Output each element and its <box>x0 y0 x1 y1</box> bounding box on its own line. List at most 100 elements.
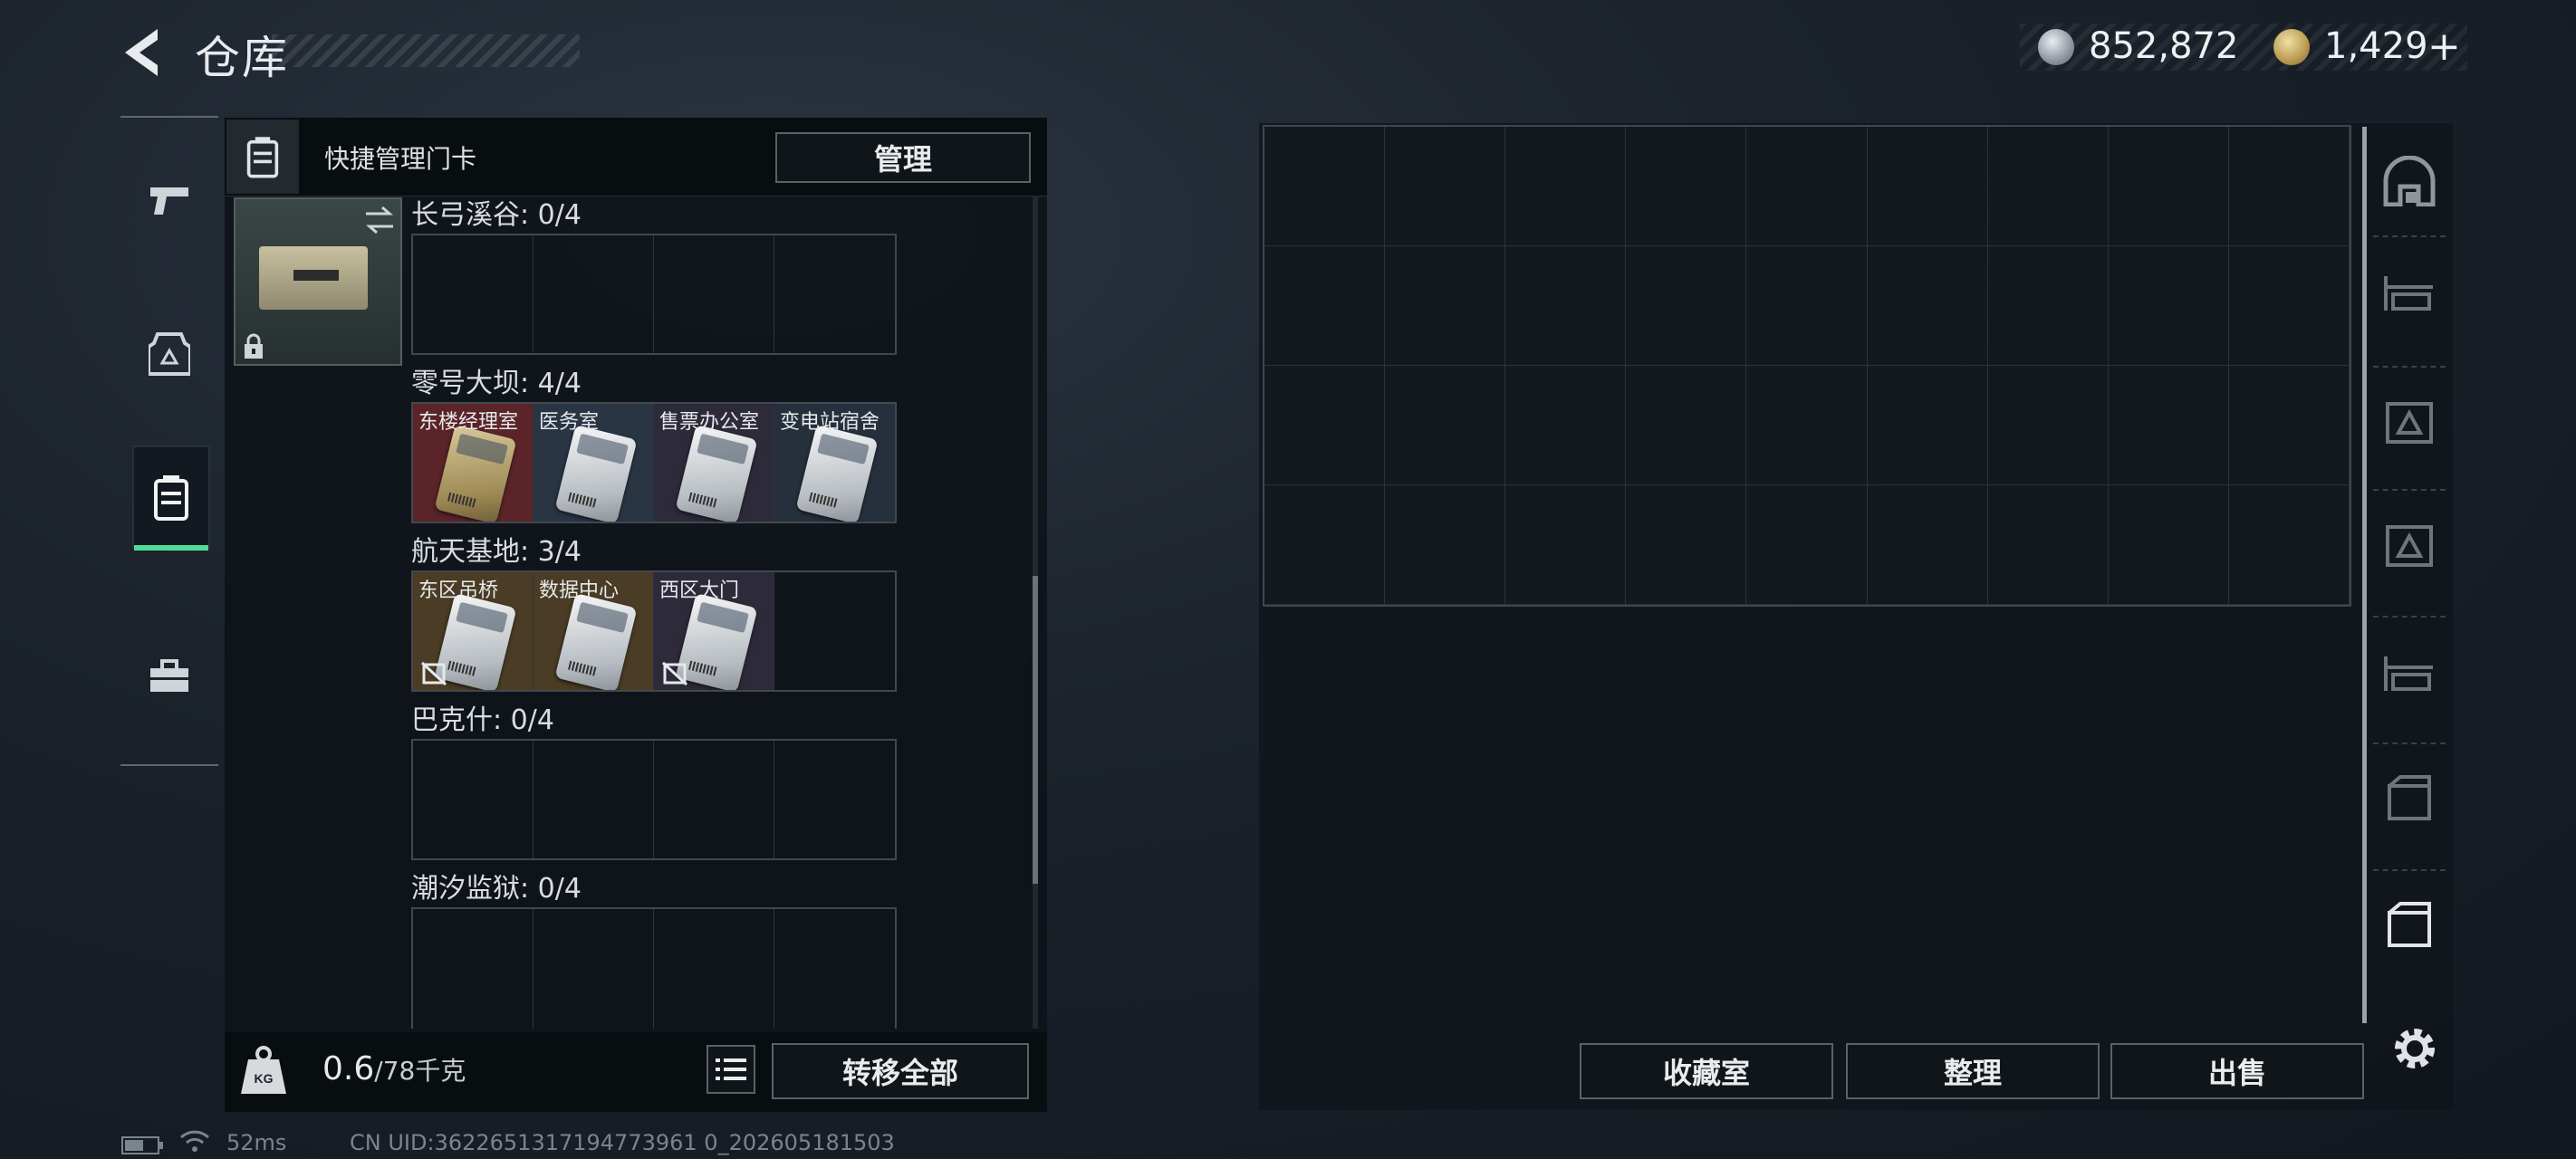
back-arrow-icon[interactable] <box>118 25 165 80</box>
organize-button[interactable]: 整理 <box>1846 1043 2100 1099</box>
stash-cell[interactable] <box>1867 485 1988 605</box>
stash-cell[interactable] <box>1987 127 2109 246</box>
currency-bar: 852,872 1,429 + <box>2020 24 2467 71</box>
stash-cell[interactable] <box>1867 246 1988 366</box>
stash-cell[interactable] <box>2108 366 2229 485</box>
manage-button[interactable]: 管理 <box>775 132 1031 183</box>
stash-cell[interactable] <box>1385 485 1506 605</box>
stash-tab-6[interactable] <box>2373 869 2446 980</box>
nav-item-weapons[interactable] <box>132 150 207 250</box>
transfer-all-button[interactable]: 转移全部 <box>772 1043 1029 1099</box>
keycard-slot[interactable] <box>413 741 533 858</box>
keycard-label: 西区大门 <box>659 580 740 602</box>
stash-tab-overview[interactable] <box>2373 127 2446 235</box>
keycard-grid <box>411 739 897 860</box>
keycard-slot[interactable] <box>533 741 654 858</box>
lock-icon <box>245 333 263 359</box>
keycard-grid <box>411 234 897 355</box>
list-view-button[interactable] <box>706 1045 755 1094</box>
stash-cell[interactable] <box>2228 127 2350 246</box>
stash-cell[interactable] <box>1867 127 1988 246</box>
stash-cell[interactable] <box>1987 246 2109 366</box>
nav-item-keycards[interactable] <box>132 445 210 551</box>
stash-cell[interactable] <box>1264 366 1386 485</box>
stash-tab-3[interactable] <box>2373 489 2446 599</box>
keycard-slot[interactable]: 西区大门 <box>654 572 774 690</box>
section-label: 巴克什: 0/4 <box>411 704 554 736</box>
stash-cell[interactable] <box>1264 485 1386 605</box>
keycard-panel-title: 快捷管理门卡 <box>324 144 477 174</box>
keycard-slot[interactable]: 变电站宿舍 <box>774 404 895 522</box>
stash-cell[interactable] <box>1385 127 1506 246</box>
keycard-slot[interactable]: 东楼经理室 <box>413 404 533 522</box>
stash-tab-5[interactable] <box>2373 742 2446 853</box>
stash-cell[interactable] <box>1987 485 2109 605</box>
stash-cell[interactable] <box>1987 366 2109 485</box>
stash-cell[interactable] <box>1264 127 1386 246</box>
keycard-slot[interactable] <box>654 741 774 858</box>
stash-cell[interactable] <box>1264 246 1386 366</box>
stash-cell[interactable] <box>1867 366 1988 485</box>
scrollbar-thumb[interactable] <box>1033 576 1038 884</box>
silver-coin-icon <box>2038 29 2074 65</box>
keycard-slot[interactable] <box>413 235 533 353</box>
stash-cell[interactable] <box>1626 485 1747 605</box>
wifi-icon <box>179 1130 210 1152</box>
section-label: 潮汐监狱: 0/4 <box>411 873 582 905</box>
stash-cell[interactable] <box>1746 485 1868 605</box>
sell-button[interactable]: 出售 <box>2110 1043 2364 1099</box>
keycard-slot[interactable] <box>774 741 895 858</box>
stash-scrollbar[interactable] <box>2362 127 2367 1023</box>
keycard-slot[interactable] <box>533 235 654 353</box>
keycard-image <box>434 424 517 522</box>
stash-cell[interactable] <box>1505 127 1627 246</box>
keycard-slot[interactable]: 东区吊桥 <box>413 572 533 690</box>
stash-tab-4[interactable] <box>2373 616 2446 726</box>
stash-cell[interactable] <box>1626 127 1747 246</box>
keycard-slot[interactable] <box>774 235 895 353</box>
stash-cell[interactable] <box>1505 366 1627 485</box>
stash-cell[interactable] <box>2108 246 2229 366</box>
stash-cell[interactable] <box>2108 485 2229 605</box>
keycard-grid: 东楼经理室 医务室 售票办公室 变电站宿舍 <box>411 402 897 523</box>
stash-cell[interactable] <box>2108 127 2229 246</box>
nav-item-equipment[interactable] <box>132 304 207 404</box>
stash-cell[interactable] <box>1746 127 1868 246</box>
keycard-slot[interactable]: 医务室 <box>533 404 654 522</box>
collection-room-button[interactable]: 收藏室 <box>1580 1043 1833 1099</box>
stash-cell[interactable] <box>2228 246 2350 366</box>
keycard-slot[interactable] <box>774 572 895 690</box>
stash-cell[interactable] <box>1746 366 1868 485</box>
keycard-slot[interactable] <box>654 909 774 1029</box>
nav-item-toolbox[interactable] <box>132 627 207 726</box>
stash-cell[interactable] <box>1626 246 1747 366</box>
stash-tab-2[interactable] <box>2373 366 2446 476</box>
keycard-slot[interactable]: 数据中心 <box>533 572 654 690</box>
uid-readout: CN UID:3622651317194773961 0_20260518150… <box>350 1130 895 1155</box>
list-icon <box>716 1058 746 1080</box>
keycard-image <box>554 424 638 522</box>
stash-cell[interactable] <box>2228 485 2350 605</box>
swap-icon[interactable] <box>362 205 397 235</box>
keycard-slot[interactable] <box>774 909 895 1029</box>
section-label: 长弓溪谷: 0/4 <box>411 199 582 231</box>
keycard-slot[interactable] <box>654 235 774 353</box>
settings-gear-icon[interactable] <box>2388 1021 2442 1076</box>
stash-cell[interactable] <box>1385 246 1506 366</box>
keycard-holder-slot[interactable] <box>234 197 402 366</box>
stash-cell[interactable] <box>1385 366 1506 485</box>
keycard-slot[interactable] <box>413 909 533 1029</box>
stash-cell[interactable] <box>2228 366 2350 485</box>
title-decoration <box>272 34 580 67</box>
stash-cell[interactable] <box>1505 246 1627 366</box>
stash-cell[interactable] <box>1746 246 1868 366</box>
add-gold-button[interactable]: + <box>2427 24 2461 70</box>
stash-cell[interactable] <box>1626 366 1747 485</box>
keycard-slot[interactable] <box>533 909 654 1029</box>
stash-cell[interactable] <box>1505 485 1627 605</box>
no-transfer-icon <box>661 661 688 686</box>
stash-overview-icon <box>2383 156 2436 206</box>
gold-amount: 1,429 <box>2324 25 2428 67</box>
stash-tab-1[interactable] <box>2373 235 2446 346</box>
keycard-slot[interactable]: 售票办公室 <box>654 404 774 522</box>
